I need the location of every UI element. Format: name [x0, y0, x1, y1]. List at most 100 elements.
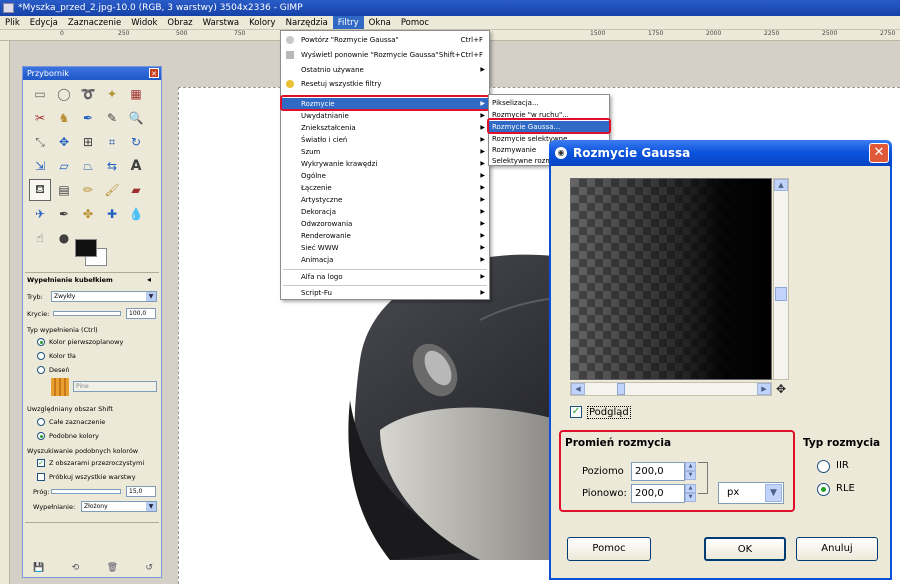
- fill-bg-radio[interactable]: [37, 352, 45, 360]
- color-swatches[interactable]: [71, 239, 107, 269]
- text-icon[interactable]: A: [125, 155, 147, 177]
- smudge-icon[interactable]: ☝: [29, 227, 51, 249]
- menu-item-renderowanie[interactable]: Renderowanie ▶: [281, 230, 489, 242]
- transparent-checkbox[interactable]: ✓: [37, 459, 45, 467]
- foreground-select-icon[interactable]: ♞: [53, 107, 75, 129]
- clone-icon[interactable]: ✤: [77, 203, 99, 225]
- menu-item-uwydatnianie[interactable]: Uwydatnianie ▶: [281, 110, 489, 122]
- paths-icon[interactable]: ✒: [77, 107, 99, 129]
- menu-item-reset[interactable]: Resetuj wszystkie filtry: [281, 78, 489, 90]
- menu-item-znieksztalcenia[interactable]: Zniekształcenia ▶: [281, 122, 489, 134]
- shear-icon[interactable]: ▱: [53, 155, 75, 177]
- fill-pattern-radio[interactable]: [37, 366, 45, 374]
- scissors-icon[interactable]: ✂: [29, 107, 51, 129]
- menu-item-animacja[interactable]: Animacja ▶: [281, 254, 489, 266]
- bucket-fill-icon[interactable]: ⛾: [29, 179, 51, 201]
- eraser-icon[interactable]: ▰: [125, 179, 147, 201]
- menu-item-script-fu[interactable]: Script-Fu ▶: [281, 287, 489, 299]
- opacity-slider[interactable]: [53, 311, 121, 316]
- delete-options-icon[interactable]: 🗑: [107, 563, 118, 573]
- menu-obraz[interactable]: Obraz: [162, 16, 197, 29]
- ok-button[interactable]: OK: [704, 537, 786, 561]
- menu-item-alfa-na-logo[interactable]: Alfa na logo ▶: [281, 271, 489, 283]
- rle-radio[interactable]: [817, 483, 830, 496]
- menu-item-repeat[interactable]: Powtórz "Rozmycie Gaussa" Ctrl+F: [281, 34, 489, 46]
- help-button[interactable]: Pomoc: [567, 537, 651, 561]
- menu-item-ogolne[interactable]: Ogólne ▶: [281, 170, 489, 182]
- threshold-slider[interactable]: [51, 489, 121, 494]
- perspective-icon[interactable]: ⏢: [77, 155, 99, 177]
- dialog-title-bar[interactable]: ◉ Rozmycie Gaussa ✕: [549, 140, 892, 166]
- menu-kolory[interactable]: Kolory: [244, 16, 280, 29]
- fuzzy-select-icon[interactable]: ✦: [101, 83, 123, 105]
- vertical-ruler[interactable]: [0, 41, 10, 584]
- fill-by-select[interactable]: Złożony ▼: [81, 501, 157, 512]
- menu-widok[interactable]: Widok: [126, 16, 162, 29]
- scroll-left-icon[interactable]: ◀: [571, 383, 585, 395]
- airbrush-icon[interactable]: ✈: [29, 203, 51, 225]
- menu-narzedzia[interactable]: Narzędzia: [281, 16, 333, 29]
- heal-icon[interactable]: ✚: [101, 203, 123, 225]
- scroll-right-icon[interactable]: ▶: [757, 383, 771, 395]
- ink-icon[interactable]: ✒: [53, 203, 75, 225]
- horizontal-radius-input[interactable]: 200,0: [631, 462, 685, 481]
- menu-warstwa[interactable]: Warstwa: [198, 16, 245, 29]
- horizontal-spin-buttons[interactable]: ▲ ▼: [685, 462, 696, 481]
- mode-select[interactable]: Zwykły ▼: [51, 291, 157, 302]
- save-options-icon[interactable]: 💾: [33, 563, 44, 573]
- crop-icon[interactable]: ⌗: [101, 131, 123, 153]
- color-picker-icon[interactable]: ✎: [101, 107, 123, 129]
- threshold-spinner[interactable]: 15,0: [126, 486, 156, 497]
- flip-icon[interactable]: ⇆: [101, 155, 123, 177]
- menu-pomoc[interactable]: Pomoc: [396, 16, 434, 29]
- select-by-color-icon[interactable]: ▦: [125, 83, 147, 105]
- menu-item-dekoracja[interactable]: Dekoracja ▶: [281, 206, 489, 218]
- menu-item-siec-www[interactable]: Sieć WWW ▶: [281, 242, 489, 254]
- navigate-icon[interactable]: ✥: [773, 382, 789, 396]
- scroll-up-icon[interactable]: ▲: [774, 179, 788, 191]
- chevron-up-icon[interactable]: ▲: [685, 484, 696, 493]
- menu-item-odwzorowania[interactable]: Odwzorowania ▶: [281, 218, 489, 230]
- options-menu-icon[interactable]: ◂: [147, 275, 151, 284]
- fill-fg-radio[interactable]: [37, 338, 45, 346]
- reset-options-icon[interactable]: ↺: [145, 563, 153, 573]
- measure-icon[interactable]: ⤡: [29, 131, 51, 153]
- menu-item-recent[interactable]: Ostatnio używane ▶: [281, 64, 489, 76]
- scale-icon[interactable]: ⇲: [29, 155, 51, 177]
- opacity-spinner[interactable]: 100,0: [126, 308, 156, 319]
- close-icon[interactable]: ✕: [149, 68, 159, 78]
- pattern-swatch[interactable]: [51, 378, 69, 396]
- toolbox-title-bar[interactable]: Przybornik ✕: [23, 67, 161, 80]
- restore-options-icon[interactable]: ⟲: [72, 563, 80, 573]
- pencil-icon[interactable]: ✏: [77, 179, 99, 201]
- menu-zaznaczenie[interactable]: Zaznaczenie: [63, 16, 126, 29]
- menu-item-szum[interactable]: Szum ▶: [281, 146, 489, 158]
- vertical-spin-buttons[interactable]: ▲ ▼: [685, 484, 696, 503]
- preview-image[interactable]: [570, 178, 772, 380]
- preview-horizontal-scrollbar[interactable]: ◀ ▶: [570, 382, 772, 396]
- chevron-down-icon[interactable]: ▼: [685, 471, 696, 480]
- menu-plik[interactable]: Plik: [0, 16, 25, 29]
- chain-link-icon[interactable]: [698, 462, 708, 494]
- paintbrush-icon[interactable]: 🖌: [101, 179, 123, 201]
- area-whole-radio[interactable]: [37, 418, 45, 426]
- cancel-button[interactable]: Anuluj: [796, 537, 878, 561]
- chevron-down-icon[interactable]: ▼: [685, 493, 696, 502]
- vertical-radius-input[interactable]: 200,0: [631, 484, 685, 503]
- menu-edycja[interactable]: Edycja: [25, 16, 63, 29]
- foreground-color[interactable]: [75, 239, 97, 257]
- scroll-thumb[interactable]: [775, 287, 787, 301]
- sample-merged-checkbox[interactable]: [37, 473, 45, 481]
- menu-item-swiatlo-i-cien[interactable]: Światło i cień ▶: [281, 134, 489, 146]
- free-select-icon[interactable]: ➰: [77, 83, 99, 105]
- area-similar-radio[interactable]: [37, 432, 45, 440]
- move-icon[interactable]: ✥: [53, 131, 75, 153]
- chevron-up-icon[interactable]: ▲: [685, 462, 696, 471]
- menu-item-pikselizacja[interactable]: Pikselizacja...: [489, 97, 609, 109]
- menu-okna[interactable]: Okna: [364, 16, 396, 29]
- unit-select[interactable]: px ▼: [718, 482, 784, 504]
- rotate-icon[interactable]: ↻: [125, 131, 147, 153]
- blur-icon[interactable]: 💧: [125, 203, 147, 225]
- rect-select-icon[interactable]: ▭: [29, 83, 51, 105]
- close-icon[interactable]: ✕: [869, 143, 889, 163]
